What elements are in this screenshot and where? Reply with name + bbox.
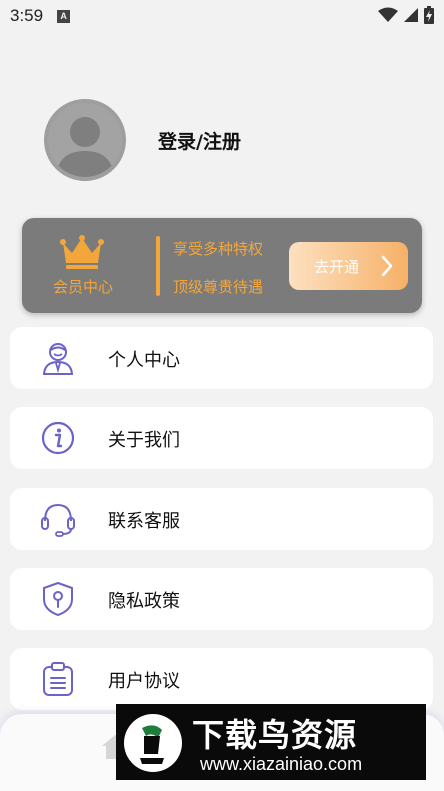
menu-item-about-us[interactable]: 关于我们 <box>10 407 433 469</box>
watermark-banner: 下载鸟资源 www.xiazainiao.com <box>116 704 426 780</box>
user-silhouette-icon <box>56 117 114 177</box>
menu-item-label: 个人中心 <box>108 350 180 371</box>
vip-benefit-line-2: 顶级尊贵待遇 <box>173 278 264 296</box>
activate-vip-label: 去开通 <box>314 258 360 276</box>
vip-benefit-line-1: 享受多种特权 <box>173 240 264 258</box>
status-icons <box>378 6 434 24</box>
menu-item-personal-center[interactable]: 个人中心 <box>10 327 433 389</box>
login-register-link[interactable]: 登录/注册 <box>158 127 241 154</box>
status-bar: 3:59 A <box>0 0 444 32</box>
menu-item-label: 关于我们 <box>108 430 180 451</box>
watermark-logo-icon <box>124 714 182 772</box>
menu-item-label: 联系客服 <box>108 511 180 532</box>
battery-icon <box>424 6 434 24</box>
person-icon <box>42 343 74 375</box>
status-time: 3:59 <box>10 6 44 25</box>
chevron-right-icon <box>381 255 393 277</box>
watermark-title: 下载鸟资源 <box>192 716 358 754</box>
menu-item-privacy-policy[interactable]: 隐私政策 <box>10 568 433 630</box>
vip-divider <box>156 236 160 296</box>
notification-icon: A <box>57 9 71 23</box>
watermark-url: www.xiazainiao.com <box>200 754 363 774</box>
avatar[interactable] <box>44 99 126 181</box>
menu-item-contact-service[interactable]: 联系客服 <box>10 488 433 550</box>
signal-icon <box>404 8 418 22</box>
wifi-icon <box>378 7 398 22</box>
info-icon <box>41 421 75 455</box>
clipboard-icon <box>43 662 73 696</box>
menu-item-label: 隐私政策 <box>108 591 180 612</box>
menu-item-label: 用户协议 <box>108 671 180 692</box>
crown-icon <box>60 235 104 269</box>
menu-item-user-agreement[interactable]: 用户协议 <box>10 648 433 710</box>
vip-card: 会员中心 享受多种特权 顶级尊贵待遇 去开通 <box>22 218 422 313</box>
headset-icon <box>41 503 75 537</box>
shield-icon <box>43 582 73 616</box>
vip-center-title: 会员中心 <box>53 278 114 296</box>
activate-vip-button[interactable]: 去开通 <box>289 242 408 290</box>
